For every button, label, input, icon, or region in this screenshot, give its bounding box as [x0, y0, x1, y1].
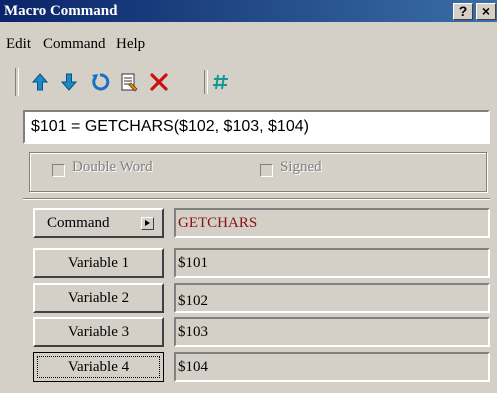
variable-1-label: Variable 1 — [67, 255, 130, 271]
toolbar — [0, 64, 497, 100]
variable-4-label: Variable 4 — [67, 359, 130, 375]
help-button[interactable]: ? — [453, 3, 473, 20]
toolbar-grip[interactable] — [15, 68, 19, 96]
menu-command[interactable]: Command — [43, 36, 106, 53]
options-group: Double Word Signed — [29, 152, 487, 192]
command-value: GETCHARS — [178, 215, 258, 231]
variable-3-button[interactable]: Variable 3 — [33, 317, 164, 347]
notes-icon[interactable] — [118, 71, 140, 93]
variable-1-field[interactable]: $101 — [174, 248, 490, 278]
variable-3-field[interactable]: $103 — [174, 317, 490, 347]
window-title: Macro Command — [4, 3, 118, 19]
comment-icon[interactable] — [210, 71, 232, 93]
formula-field[interactable]: $101 = GETCHARS($102, $103, $104) — [23, 110, 490, 144]
variable-1-value: $101 — [178, 255, 208, 271]
variable-2-label: Variable 2 — [67, 290, 130, 306]
close-button[interactable]: × — [476, 3, 496, 20]
variable-2-field[interactable]: $102 — [174, 283, 490, 313]
signed-label: Signed — [280, 159, 322, 175]
move-up-icon[interactable] — [29, 71, 51, 93]
divider — [23, 198, 490, 200]
signed-checkbox[interactable] — [260, 164, 273, 177]
command-arrow-icon[interactable] — [141, 217, 154, 230]
variable-2-button[interactable]: Variable 2 — [33, 283, 164, 313]
double-word-label: Double Word — [72, 159, 153, 175]
undo-icon[interactable] — [89, 71, 111, 93]
command-button-label: Command — [47, 215, 110, 231]
menu-help[interactable]: Help — [116, 36, 145, 53]
menu-edit[interactable]: Edit — [6, 36, 31, 53]
command-button[interactable]: Command — [33, 208, 164, 238]
move-down-icon[interactable] — [58, 71, 80, 93]
formula-text: $101 = GETCHARS($102, $103, $104) — [31, 118, 309, 135]
title-bar[interactable]: Macro Command ? × — [0, 0, 497, 22]
variable-4-button[interactable]: Variable 4 — [33, 352, 164, 382]
toolbar-separator — [204, 70, 208, 94]
macro-command-window: Macro Command ? × Edit Command Help $101 — [0, 0, 499, 393]
variable-4-field[interactable]: $104 — [174, 352, 490, 382]
variable-3-value: $103 — [178, 324, 208, 340]
variable-1-button[interactable]: Variable 1 — [33, 248, 164, 278]
variable-3-label: Variable 3 — [67, 324, 130, 340]
variable-4-value: $104 — [178, 359, 208, 375]
command-field[interactable]: GETCHARS — [174, 208, 490, 238]
variable-2-value: $102 — [178, 293, 208, 309]
double-word-checkbox[interactable] — [52, 164, 65, 177]
delete-icon[interactable] — [148, 71, 170, 93]
